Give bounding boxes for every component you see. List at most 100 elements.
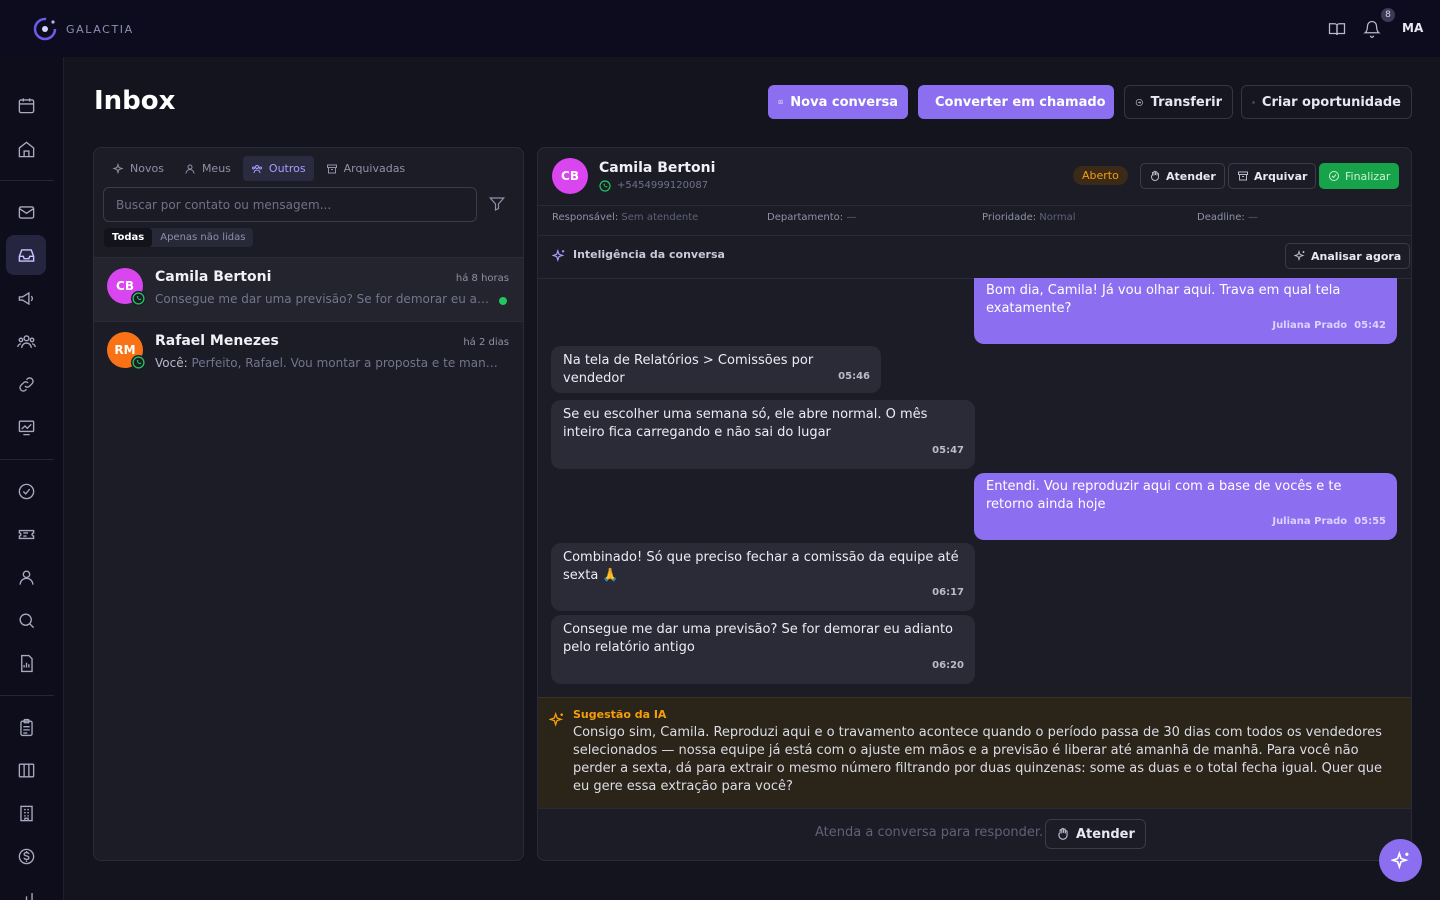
- user-avatar[interactable]: MA: [1402, 21, 1423, 35]
- conversation-intelligence-label: Inteligência da conversa: [573, 248, 725, 261]
- kanban-icon[interactable]: [6, 750, 46, 790]
- report-icon[interactable]: [6, 643, 46, 683]
- whatsapp-icon: [599, 180, 611, 192]
- ticket-icon[interactable]: [6, 514, 46, 554]
- message-meta: Juliana Prado 05:55: [1272, 516, 1386, 527]
- check-circle-icon[interactable]: [6, 471, 46, 511]
- check-circle-icon: [1329, 171, 1339, 181]
- filter-all[interactable]: Todas: [104, 228, 153, 247]
- tab-label: Arquivadas: [343, 162, 406, 175]
- tab-meus[interactable]: Meus: [176, 156, 239, 181]
- archive-icon: [1238, 171, 1248, 181]
- message-meta: Juliana Prado 05:42: [1272, 320, 1386, 331]
- link-icon[interactable]: [6, 364, 46, 404]
- hand-icon: [1151, 170, 1159, 181]
- arrow-circle-icon: [1135, 98, 1143, 106]
- hand-icon: [1058, 827, 1068, 840]
- conversation-list-panel: Novos Meus Outros Arquivadas Buscar por …: [93, 147, 524, 861]
- filter-icon[interactable]: [488, 195, 506, 217]
- conversation-item[interactable]: RM Rafael Menezes há 2 dias Você: Perfei…: [94, 322, 523, 385]
- conversation-preview: Consegue me dar uma previsão? Se for dem…: [155, 292, 491, 306]
- divider: [538, 808, 1411, 809]
- analyze-now-button[interactable]: Analisar agora: [1285, 243, 1411, 269]
- calendar-icon[interactable]: [6, 85, 46, 125]
- contact-name: Rafael Menezes: [155, 333, 279, 349]
- ai-suggestion-label: Sugestão da IA: [573, 708, 667, 721]
- new-conversation-button[interactable]: Nova conversa: [768, 85, 908, 119]
- ai-assistant-button[interactable]: [1379, 839, 1422, 882]
- status-badge: Aberto: [1073, 166, 1128, 185]
- galactia-logo-icon: [33, 17, 57, 41]
- finish-button[interactable]: Finalizar: [1319, 163, 1400, 189]
- message-incoming: Se eu escolher uma semana só, ele abre n…: [551, 400, 975, 469]
- contact-avatar: CB: [552, 158, 588, 194]
- meta-deadline: Deadline: —: [1197, 212, 1258, 223]
- sparkle-icon: [549, 712, 564, 727]
- message-incoming: Combinado! Só que preciso fechar a comis…: [551, 543, 975, 611]
- chart-icon[interactable]: [6, 407, 46, 447]
- archive-label: Arquivar: [1254, 169, 1308, 183]
- attend-reply-button[interactable]: Atender: [1045, 819, 1146, 849]
- brand-logo[interactable]: GALACTIA: [32, 16, 134, 42]
- search-icon[interactable]: [6, 600, 46, 640]
- divider: [538, 205, 1411, 206]
- search-input[interactable]: Buscar por contato ou mensagem...: [103, 187, 477, 222]
- contact-phone: +5454999120087: [617, 180, 709, 191]
- message-time: 05:46: [838, 371, 870, 382]
- convert-ticket-button[interactable]: Converter em chamado: [918, 85, 1114, 119]
- dollar-icon: [1252, 100, 1255, 104]
- message-text: Bom dia, Camila! Já vou olhar aqui. Trav…: [986, 283, 1341, 316]
- tab-outros[interactable]: Outros: [242, 156, 314, 181]
- preview-text: Perfeito, Rafael. Vou montar a proposta …: [191, 356, 500, 370]
- tab-label: Outros: [268, 162, 306, 175]
- megaphone-icon[interactable]: [6, 278, 46, 318]
- sparkle-icon: [552, 249, 565, 262]
- preview-prefix: Você:: [155, 356, 192, 370]
- sparkle-icon: [1390, 850, 1409, 869]
- message-time: 06:20: [932, 660, 964, 671]
- message-text: Consegue me dar uma previsão? Se for dem…: [563, 622, 953, 655]
- bar-chart-icon[interactable]: [6, 879, 46, 900]
- unread-indicator: [499, 297, 507, 305]
- clipboard-icon[interactable]: [6, 707, 46, 747]
- attend-button[interactable]: Atender: [1140, 163, 1225, 189]
- edit-icon: [778, 99, 784, 104]
- tab-arquivadas[interactable]: Arquivadas: [318, 156, 414, 181]
- chat-panel: CB Camila Bertoni +5454999120087 Aberto …: [537, 147, 1412, 861]
- transfer-label: Transferir: [1150, 94, 1222, 110]
- whatsapp-icon: [131, 355, 146, 370]
- archive-button[interactable]: Arquivar: [1228, 163, 1317, 189]
- user-icon[interactable]: [6, 557, 46, 597]
- conversation-time: há 8 horas: [455, 273, 509, 284]
- analyze-label: Analisar agora: [1311, 249, 1402, 263]
- filter-unread[interactable]: Apenas não lidas: [152, 228, 253, 247]
- message-outgoing: Entendi. Vou reproduzir aqui com a base …: [974, 473, 1397, 540]
- mail-icon[interactable]: [6, 192, 46, 232]
- convert-ticket-label: Converter em chamado: [935, 94, 1106, 110]
- bell-icon[interactable]: [1361, 18, 1383, 40]
- transfer-button[interactable]: Transferir: [1124, 85, 1233, 119]
- sidebar: [0, 57, 64, 900]
- inbox-icon[interactable]: [6, 235, 46, 275]
- conversation-tabs: Novos Meus Outros Arquivadas: [104, 156, 413, 181]
- tab-novos[interactable]: Novos: [104, 156, 172, 181]
- attend-reply-label: Atender: [1076, 826, 1135, 842]
- tab-label: Novos: [130, 162, 164, 175]
- docs-icon[interactable]: [1326, 18, 1348, 40]
- user-icon: [185, 164, 195, 174]
- users-icon: [251, 164, 262, 173]
- message-time: 06:17: [932, 587, 964, 598]
- ai-suggestion-text: Consigo sim, Camila. Reproduzi aqui e o …: [573, 725, 1383, 794]
- dollar-icon[interactable]: [6, 836, 46, 876]
- ai-suggestion[interactable]: Sugestão da IA Consigo sim, Camila. Repr…: [538, 697, 1411, 808]
- users-icon[interactable]: [6, 321, 46, 361]
- building-icon[interactable]: [6, 793, 46, 833]
- home-icon[interactable]: [6, 129, 46, 169]
- conversation-preview: Você: Perfeito, Rafael. Vou montar a pro…: [155, 356, 500, 370]
- conversation-item[interactable]: CB Camila Bertoni há 8 horas Consegue me…: [94, 258, 523, 321]
- create-opportunity-button[interactable]: Criar oportunidade: [1241, 85, 1412, 119]
- meta-priority: Prioridade: Normal: [982, 212, 1076, 223]
- conversation-time: há 2 dias: [463, 337, 509, 348]
- meta-department: Departamento: —: [767, 212, 857, 223]
- divider: [538, 235, 1411, 236]
